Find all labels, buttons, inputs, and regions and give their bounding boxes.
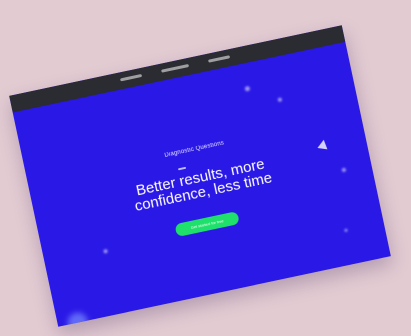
- nav-link[interactable]: [208, 55, 231, 63]
- nav-links: [119, 55, 231, 82]
- top-navigation-bar: [9, 25, 346, 113]
- decorative-dot: [244, 85, 251, 92]
- decorative-dash: [177, 166, 187, 171]
- nav-link[interactable]: [161, 63, 190, 73]
- get-started-button[interactable]: Get started for free: [174, 211, 240, 238]
- nav-link[interactable]: [119, 73, 143, 82]
- decorative-dot: [277, 97, 283, 103]
- decorative-dot: [344, 228, 348, 233]
- decorative-dot: [103, 248, 108, 254]
- decorative-glow: [65, 310, 90, 327]
- browser-screen: Diagnostic Questions Better results, mor…: [9, 25, 391, 327]
- photo-backdrop: Diagnostic Questions Better results, mor…: [0, 0, 411, 336]
